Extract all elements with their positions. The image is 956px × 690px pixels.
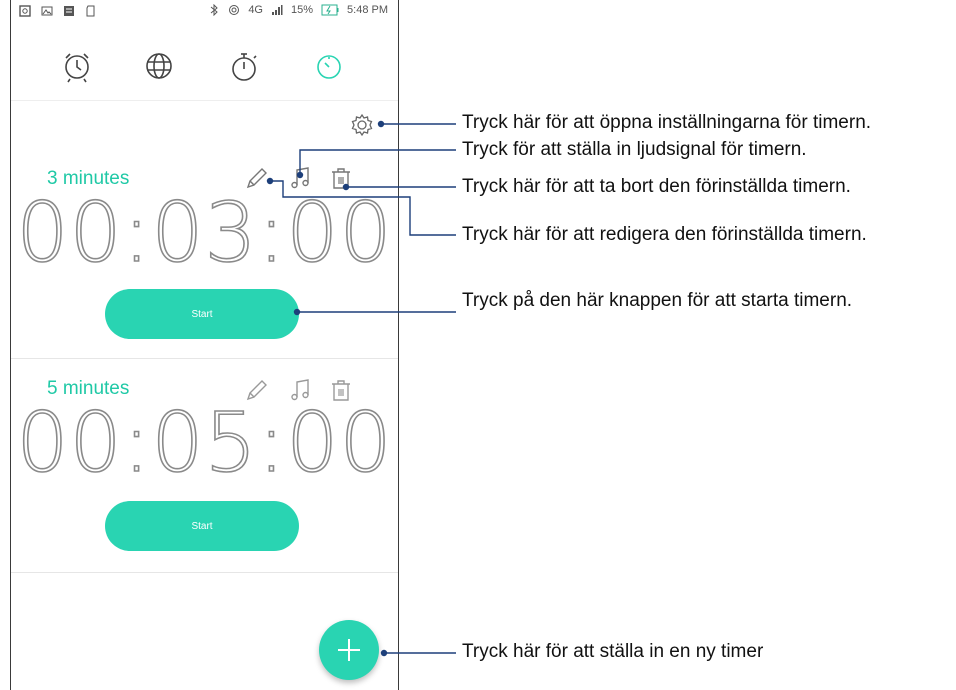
tab-alarm[interactable] <box>57 46 97 86</box>
timer-card[interactable]: 3 minutes 00:03:00 Start <box>11 160 398 358</box>
world-clock-icon <box>146 53 172 79</box>
timer-card[interactable]: 5 minutes 00:05:00 Start <box>11 372 398 572</box>
battery-percent: 15% <box>291 4 314 16</box>
alarm-clock-icon <box>65 53 89 83</box>
plus-icon <box>338 639 360 661</box>
timer-display: 00:05:00 <box>16 395 393 492</box>
battery-icon <box>321 4 339 16</box>
card-divider <box>11 358 398 359</box>
notification-icon <box>19 5 31 17</box>
tab-world-clock[interactable] <box>139 46 179 86</box>
phone-screen: 4G 15% 5:48 PM 3 minutes 00:03:00 Start … <box>10 0 399 690</box>
start-button[interactable]: Start <box>105 289 299 339</box>
status-bar: 4G 15% 5:48 PM <box>11 0 398 22</box>
tabs-divider <box>11 100 398 101</box>
callout-settings: Tryck här för att öppna inställningarna … <box>462 112 872 133</box>
signal-icon <box>272 5 283 15</box>
clock-tabs <box>11 46 398 96</box>
timer-settings-button[interactable] <box>348 111 376 139</box>
stopwatch-icon <box>232 53 257 81</box>
tab-timer[interactable] <box>309 46 349 86</box>
bluetooth-icon <box>210 4 219 16</box>
clock-time: 5:48 PM <box>347 4 388 16</box>
timer-icon <box>317 55 341 79</box>
message-icon <box>64 6 74 16</box>
sd-card-icon <box>86 5 95 17</box>
network-type: 4G <box>248 4 263 16</box>
gear-icon <box>351 113 373 137</box>
callout-sound: Tryck för att ställa in ljudsignal för t… <box>462 139 807 160</box>
image-icon <box>41 6 53 16</box>
callout-edit: Tryck här för att redigera den förinstäl… <box>462 224 867 245</box>
timer-display: 00:03:00 <box>16 185 393 282</box>
callout-start: Tryck på den här knappen för att starta … <box>462 290 853 311</box>
sync-icon <box>229 5 240 15</box>
callout-add: Tryck här för att ställa in en ny timer <box>462 641 764 662</box>
callout-delete: Tryck här för att ta bort den förinställ… <box>462 176 851 197</box>
card-divider <box>11 572 398 573</box>
tab-stopwatch[interactable] <box>224 46 264 86</box>
start-button[interactable]: Start <box>105 501 299 551</box>
add-timer-button[interactable] <box>319 620 379 680</box>
